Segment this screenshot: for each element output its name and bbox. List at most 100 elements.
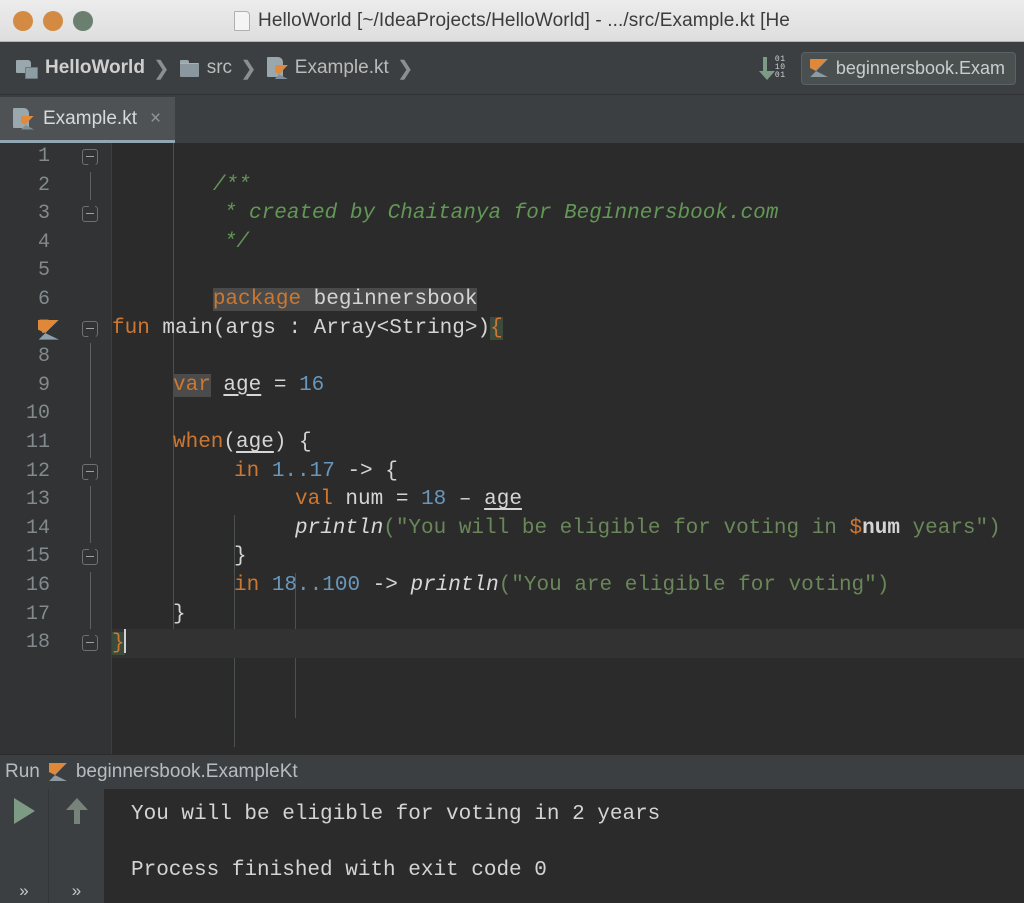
fold-marker-comment-start[interactable] <box>82 149 98 170</box>
keyword-in: in <box>234 459 260 483</box>
folder-icon <box>179 59 200 77</box>
code-editor[interactable]: 1 2 3 4 5 6 7 8 9 10 11 12 13 14 15 16 1… <box>0 143 1024 754</box>
branch-arrow: -> { <box>347 459 398 483</box>
fold-marker-fun-start[interactable] <box>82 320 98 342</box>
code-line-18: } <box>112 629 1024 658</box>
line-number: 14 <box>25 516 50 540</box>
run-configuration-selector[interactable]: beginnersbook.Exam <box>800 51 1016 85</box>
code-line-11: when(age) { <box>112 429 1024 458</box>
fold-marker-fun-end[interactable] <box>82 631 98 652</box>
breadcrumb: HelloWorld ❯ src ❯ Example.kt ❯ <box>12 55 418 81</box>
brace-close-branch: } <box>234 545 247 569</box>
editor-tab-bar: Example.kt × <box>0 95 1024 143</box>
minimize-window-button[interactable] <box>43 10 63 31</box>
gutter-line-12: 12 <box>0 458 112 487</box>
operator-assign: = <box>395 488 409 512</box>
run-toolbar-primary: » <box>0 789 49 903</box>
fold-connector <box>90 514 91 544</box>
breadcrumb-separator-3: ❯ <box>396 57 414 80</box>
console-output[interactable]: You will be eligible for voting in 2 yea… <box>105 789 1024 903</box>
arrow-up-icon[interactable] <box>65 798 88 824</box>
run-configuration-label: beginnersbook.Exam <box>835 57 1005 78</box>
run-tool-window-header[interactable]: Run beginnersbook.ExampleKt <box>0 755 1024 789</box>
line-number: 9 <box>37 373 50 397</box>
run-config-name: beginnersbook.ExampleKt <box>75 761 298 782</box>
play-icon[interactable] <box>13 798 35 824</box>
fold-connector <box>90 400 91 429</box>
branch-arrow: -> <box>372 573 398 597</box>
breadcrumb-separator-2: ❯ <box>240 57 257 80</box>
fold-connector <box>90 600 91 630</box>
function-call-println: println <box>410 573 499 597</box>
breadcrumb-item-project[interactable]: HelloWorld <box>12 55 149 81</box>
line-number: 12 <box>25 459 50 483</box>
line-number: 6 <box>37 287 50 311</box>
line-number: 13 <box>25 488 50 512</box>
breadcrumb-item-file[interactable]: Example.kt <box>263 55 393 81</box>
line-number: 15 <box>25 545 50 569</box>
tab-label: Example.kt <box>43 107 137 129</box>
fold-connector <box>90 171 91 201</box>
code-line-9: var age = 16 <box>112 372 1024 401</box>
variable-age-ref: age <box>236 430 274 454</box>
operator-assign: = <box>273 373 287 397</box>
navbar-right-group: 01 10 01 beginnersbook.Exam <box>758 51 1016 85</box>
fold-connector <box>90 428 91 458</box>
brace-open-highlight: { <box>490 316 503 340</box>
kotlin-file-icon <box>266 57 288 79</box>
bit-row-3: 01 <box>774 71 786 80</box>
code-text-area[interactable]: /** * created by Chaitanya for Beginners… <box>112 143 1024 754</box>
run-kotlin-gutter-icon[interactable] <box>38 320 59 340</box>
code-line-16: in 18..100 -> println("You are eligible … <box>112 572 1024 601</box>
function-call-println: println <box>295 516 384 540</box>
line-number: 5 <box>37 259 50 283</box>
breadcrumb-label-src: src <box>206 57 233 78</box>
variable-num: num <box>345 488 384 512</box>
breadcrumb-item-src[interactable]: src <box>176 55 236 81</box>
expand-toolbar-left-button[interactable]: » <box>19 882 28 899</box>
fold-marker-branch-end[interactable] <box>82 545 98 566</box>
fold-connector <box>90 371 91 401</box>
gutter-line-11: 11 <box>0 428 112 458</box>
variable-age: age <box>223 373 262 397</box>
gutter-line-9: 9 <box>0 371 112 401</box>
gutter-line-8: 8 <box>0 343 112 372</box>
brace-close-when: } <box>173 602 186 626</box>
expand-toolbar-right-button[interactable]: » <box>72 882 81 899</box>
line-number: 18 <box>25 631 50 655</box>
editor-gutter[interactable]: 1 2 3 4 5 6 7 8 9 10 11 12 13 14 15 16 1… <box>0 143 112 754</box>
window-title: HelloWorld [~/IdeaProjects/HelloWorld] -… <box>258 9 790 31</box>
line-number: 3 <box>37 202 50 226</box>
line-number: 17 <box>25 602 50 626</box>
code-line-17: } <box>112 601 1024 630</box>
close-icon[interactable]: × <box>150 109 161 128</box>
zoom-window-button[interactable] <box>73 10 93 31</box>
line-number: 11 <box>25 430 50 454</box>
text-caret <box>123 629 126 654</box>
traffic-lights <box>0 10 93 31</box>
gutter-line-5: 5 <box>0 257 112 286</box>
close-window-button[interactable] <box>13 10 33 31</box>
gutter-line-14: 14 <box>0 514 112 544</box>
code-line-1: /** <box>112 143 1024 197</box>
kotlin-icon <box>49 763 67 781</box>
gutter-line-6: 6 <box>0 286 112 315</box>
run-tool-window: Run beginnersbook.ExampleKt » » You will… <box>0 754 1024 903</box>
gutter-line-1: 1 <box>0 143 112 172</box>
update-project-icon[interactable]: 01 10 01 <box>758 54 793 82</box>
line-number: 4 <box>37 230 50 254</box>
tab-example-kt[interactable]: Example.kt × <box>0 97 176 143</box>
fold-marker-branch-start[interactable] <box>82 463 98 485</box>
fold-marker-comment-end[interactable] <box>82 202 98 223</box>
gutter-line-16: 16 <box>0 571 112 601</box>
gutter-line-15: 15 <box>0 543 112 572</box>
project-icon <box>16 58 38 79</box>
range-1-17: 1..17 <box>271 459 335 483</box>
line-number: 16 <box>25 573 50 597</box>
operator-minus: – <box>458 488 472 512</box>
code-line-15: } <box>112 543 1024 572</box>
code-line-14: println("You will be eligible for voting… <box>112 515 1024 544</box>
line-number: 2 <box>37 173 50 197</box>
